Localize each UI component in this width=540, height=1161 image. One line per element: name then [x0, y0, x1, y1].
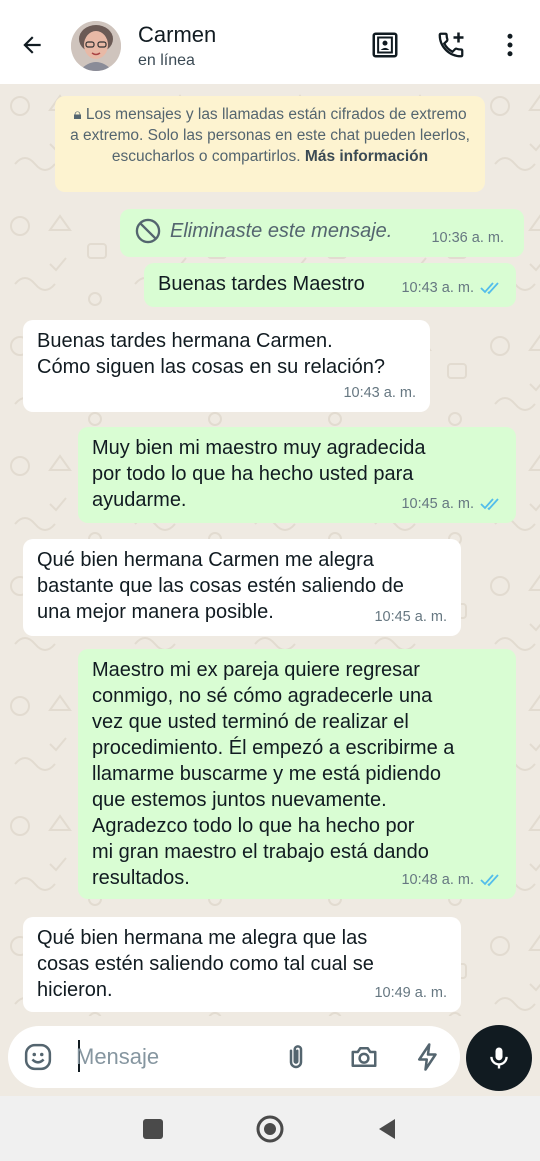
- message-time: 10:48 a. m.: [401, 872, 474, 888]
- message-time: 10:45 a. m.: [401, 496, 474, 512]
- message-text: Maestro mi ex pareja quiere regresar con…: [92, 659, 455, 889]
- paperclip-icon: [289, 1045, 303, 1069]
- attach-button[interactable]: [280, 1041, 312, 1073]
- message-bubble-out[interactable]: Maestro mi ex pareja quiere regresar con…: [78, 649, 516, 899]
- deleted-icon: [135, 218, 161, 244]
- message-time: 10:49 a. m.: [374, 985, 447, 1001]
- back-button[interactable]: [14, 27, 50, 63]
- message-text: Eliminaste este mensaje.: [170, 220, 393, 242]
- message-text: Buenas tardes hermana Carmen. Cómo sigue…: [37, 330, 385, 378]
- voice-message-button[interactable]: [466, 1025, 532, 1091]
- back-nav-button[interactable]: [370, 1112, 404, 1146]
- contact-status: en línea: [138, 52, 195, 69]
- read-ticks-icon: [480, 498, 499, 511]
- add-call-button[interactable]: [434, 28, 468, 62]
- message-bubble-in[interactable]: Buenas tardes hermana Carmen. Cómo sigue…: [23, 320, 430, 412]
- menu-button[interactable]: [493, 28, 527, 62]
- message-bubble-out[interactable]: Muy bien mi maestro muy agradecida por t…: [78, 427, 516, 523]
- more-vertical-icon: [507, 33, 513, 57]
- message-time: 10:43 a. m.: [343, 385, 416, 401]
- contact-card-button[interactable]: [368, 28, 402, 62]
- message-time: 10:43 a. m.: [401, 280, 474, 296]
- message-input[interactable]: Mensaje: [76, 1044, 159, 1070]
- triangle-back-icon: [379, 1119, 395, 1139]
- home-button[interactable]: [253, 1112, 287, 1146]
- home-circle-icon: [256, 1115, 284, 1143]
- more-info-link[interactable]: Más información: [305, 148, 428, 165]
- mic-icon: [490, 1047, 508, 1069]
- recents-button[interactable]: [136, 1112, 170, 1146]
- message-composer[interactable]: Mensaje: [8, 1026, 460, 1088]
- message-bubble-in[interactable]: Qué bien hermana me alegra que las cosas…: [23, 917, 461, 1012]
- encryption-notice[interactable]: 🔒︎ Los mensajes y las llamadas están cif…: [55, 96, 485, 192]
- message-bubble-in[interactable]: Qué bien hermana Carmen me alegra bastan…: [23, 539, 461, 636]
- phone-plus-icon: [438, 32, 464, 58]
- read-ticks-icon: [480, 874, 499, 887]
- square-icon: [143, 1119, 163, 1139]
- arrow-left-icon: [23, 36, 41, 54]
- lightning-icon: [418, 1043, 437, 1071]
- camera-button[interactable]: [348, 1041, 380, 1073]
- read-ticks-icon: [480, 282, 499, 295]
- camera-icon: [351, 1047, 377, 1067]
- chat-area[interactable]: 🔒︎ Los mensajes y las llamadas están cif…: [0, 84, 540, 1016]
- avatar[interactable]: [71, 21, 121, 71]
- contact-name[interactable]: Carmen: [138, 22, 216, 48]
- lock-icon: 🔒︎: [73, 106, 82, 123]
- emoji-icon: [24, 1043, 52, 1071]
- message-time: 10:36 a. m.: [431, 230, 504, 246]
- emoji-button[interactable]: [22, 1041, 54, 1073]
- message-bubble-out[interactable]: Buenas tardes Maestro 10:43 a. m.: [144, 263, 516, 307]
- contact-card-icon: [372, 32, 398, 58]
- quick-action-button[interactable]: [412, 1041, 444, 1073]
- message-time: 10:45 a. m.: [374, 609, 447, 625]
- chat-header: Carmen en línea: [0, 0, 540, 84]
- system-nav-bar: [0, 1096, 540, 1161]
- message-bubble-deleted[interactable]: Eliminaste este mensaje. 10:36 a. m.: [120, 209, 524, 257]
